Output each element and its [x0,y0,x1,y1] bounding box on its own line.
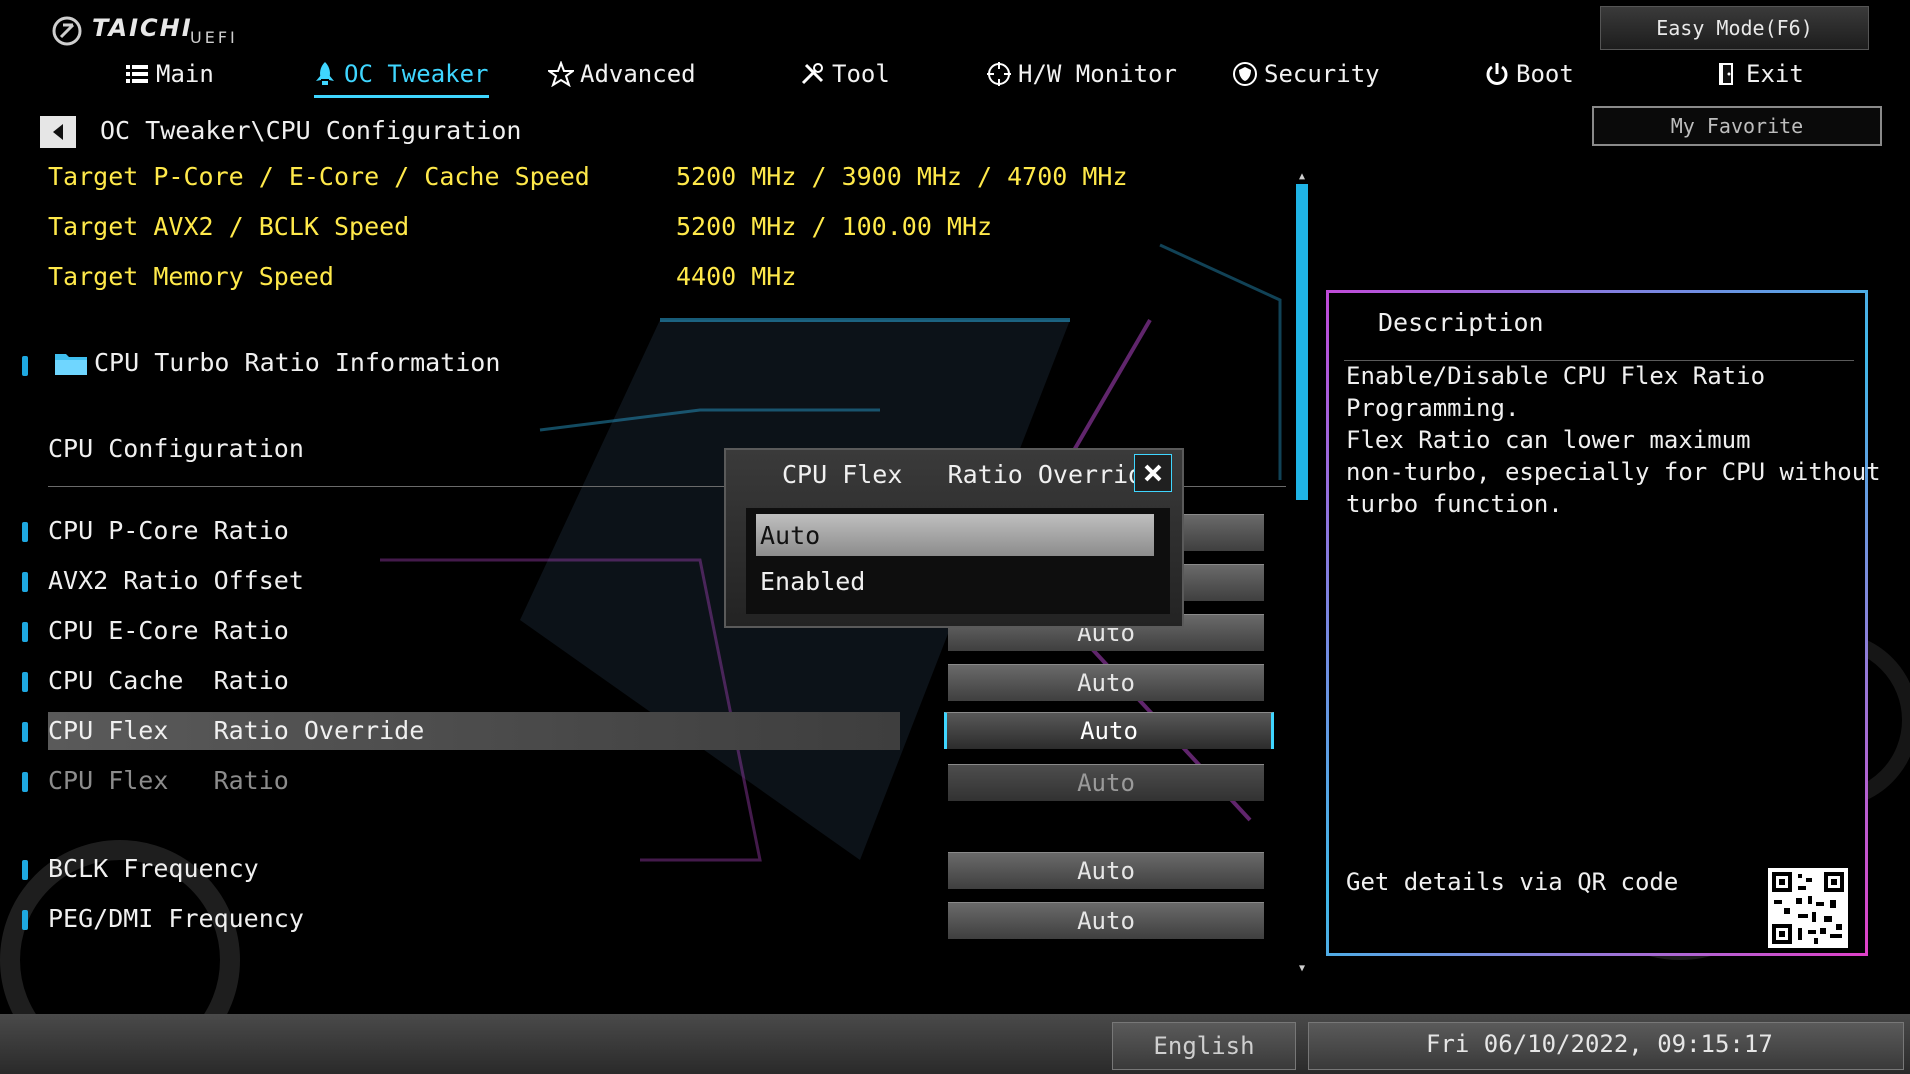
item-bullet [22,672,28,692]
item-bullet [22,522,28,542]
popup-option-enabled[interactable]: Enabled [756,560,1154,602]
item-cpu-cache-ratio[interactable]: CPU Cache Ratio [48,666,289,695]
item-bullet [22,572,28,592]
shield-icon [1233,62,1257,86]
item-bullet [22,772,28,792]
tab-label: H/W Monitor [1018,60,1177,88]
tab-advanced[interactable]: Advanced [548,56,696,92]
description-line: Programming. [1346,394,1520,422]
tab-exit[interactable]: Exit [1714,56,1804,92]
qr-label: Get details via QR code [1346,868,1679,896]
description-line: Enable/Disable CPU Flex Ratio [1346,362,1766,390]
popup-option-auto[interactable]: Auto [756,514,1154,556]
crosshair-icon [987,62,1011,86]
item-bullet [22,356,28,376]
datetime: Fri 06/10/2022, 09:15:17 [1426,1030,1773,1058]
item-cpu-flex-ratio-override[interactable]: CPU Flex Ratio Override [48,716,424,745]
back-arrow-icon [53,124,63,140]
description-line: turbo function. [1346,490,1563,518]
cpu-flex-ratio-override-value[interactable]: Auto [944,712,1274,749]
popup-close-button[interactable] [1134,454,1172,492]
brand-sub: UEFI [190,28,238,47]
item-bclk-frequency[interactable]: BCLK Frequency [48,854,259,883]
target-value: 5200 MHz / 100.00 MHz [676,212,993,241]
tab-label: Security [1264,60,1380,88]
target-label: Target Memory Speed [48,262,334,291]
submenu-cpu-turbo-ratio[interactable]: CPU Turbo Ratio Information [94,348,500,377]
cpu-cache-ratio-value[interactable]: Auto [948,664,1264,701]
tab-label: Exit [1746,60,1804,88]
item-cpu-flex-ratio: CPU Flex Ratio [48,766,289,795]
description-line: non-turbo, especially for CPU without [1346,458,1881,486]
folder-icon [55,354,87,375]
brand-name: TAICHI [92,14,193,42]
tab-label: OC Tweaker [344,60,489,88]
tab-hw-monitor[interactable]: H/W Monitor [986,56,1177,92]
my-favorite-button[interactable]: My Favorite [1592,106,1882,146]
description-title: Description [1378,308,1544,337]
tools-icon [801,63,824,85]
tab-label: Advanced [580,60,696,88]
item-bullet [22,860,28,880]
tab-main[interactable]: Main [124,56,214,92]
tab-security[interactable]: Security [1232,56,1380,92]
tab-oc-tweaker[interactable]: OC Tweaker [312,56,489,98]
back-button[interactable] [40,116,76,148]
close-icon [1144,464,1162,482]
power-icon [1486,63,1508,85]
cpu-flex-ratio-value: Auto [948,764,1264,801]
item-bullet [22,910,28,930]
taichi-logo-icon [52,16,82,46]
target-label: Target P-Core / E-Core / Cache Speed [48,162,590,191]
popup-title: CPU Flex Ratio Override [782,460,1159,489]
tab-tool[interactable]: Tool [800,56,890,92]
target-value: 5200 MHz / 3900 MHz / 4700 MHz [676,162,1128,191]
rocket-icon [316,62,334,85]
list-icon [126,65,148,83]
peg-dmi-frequency-value[interactable]: Auto [948,902,1264,939]
qr-code-icon [1768,868,1848,948]
breadcrumb: OC Tweaker\CPU Configuration [100,116,522,145]
item-bullet [22,722,28,742]
description-line: Flex Ratio can lower maximum [1346,426,1751,454]
item-peg-dmi-frequency[interactable]: PEG/DMI Frequency [48,904,304,933]
easy-mode-button[interactable]: Easy Mode(F6) [1600,6,1869,50]
item-cpu-p-core-ratio[interactable]: CPU P-Core Ratio [48,516,289,545]
scrollbar-thumb[interactable] [1296,184,1308,500]
section-title: CPU Configuration [48,434,304,463]
bclk-frequency-value[interactable]: Auto [948,852,1264,889]
tab-boot[interactable]: Boot [1484,56,1574,92]
target-value: 4400 MHz [676,262,797,291]
item-avx2-ratio-offset[interactable]: AVX2 Ratio Offset [48,566,304,595]
tab-label: Boot [1516,60,1574,88]
target-label: Target AVX2 / BCLK Speed [48,212,410,241]
description-divider [1344,360,1854,361]
exit-door-icon [1719,63,1733,85]
star-icon [548,61,574,87]
scroll-up-icon[interactable]: ▲ [1296,172,1308,182]
item-cpu-e-core-ratio[interactable]: CPU E-Core Ratio [48,616,289,645]
item-bullet [22,622,28,642]
scroll-down-icon[interactable]: ▼ [1296,964,1308,974]
tab-label: Main [156,60,214,88]
language-button[interactable]: English [1112,1022,1296,1070]
tab-label: Tool [832,60,890,88]
